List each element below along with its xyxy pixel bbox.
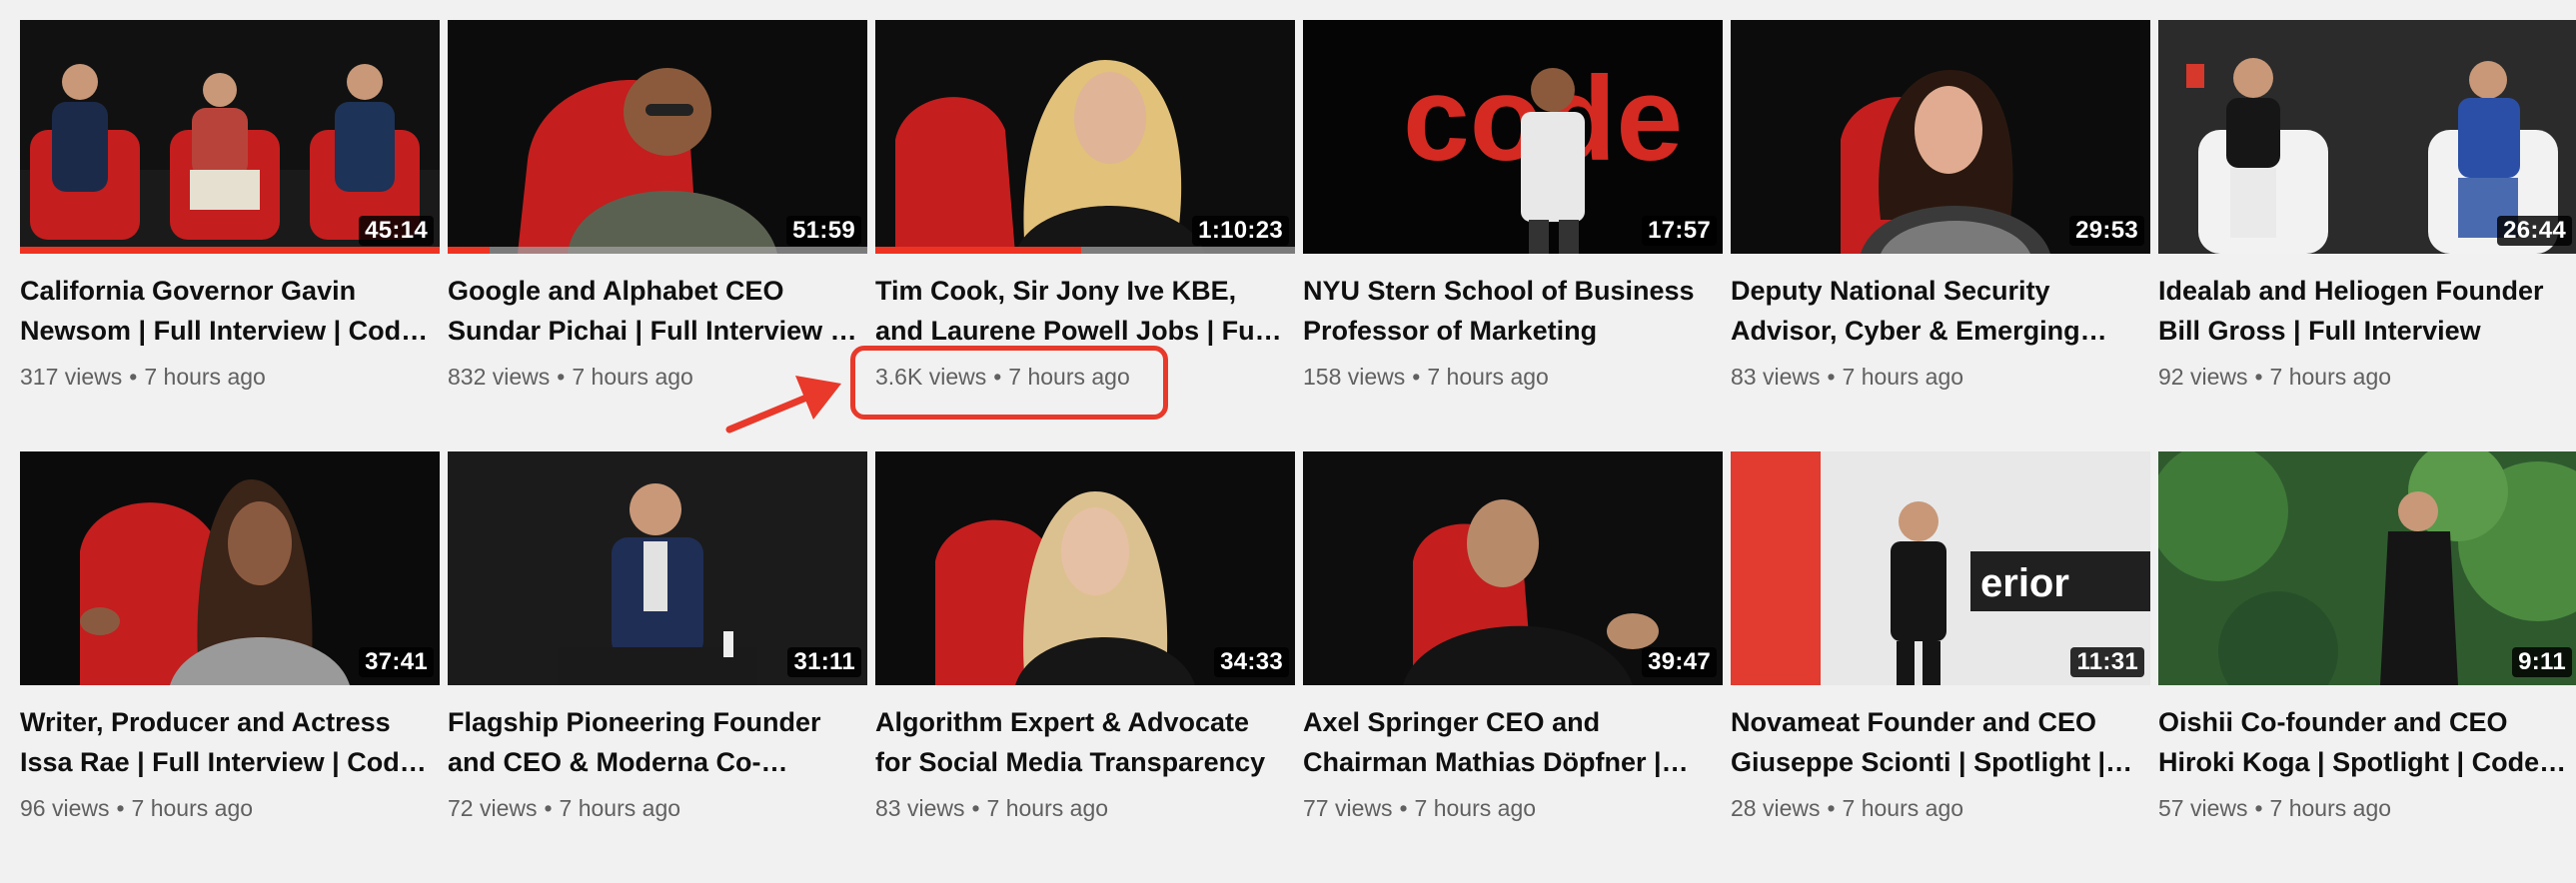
view-count: 72 views	[448, 795, 538, 821]
video-title[interactable]: Writer, Producer and Actress Issa Rae | …	[20, 702, 430, 782]
video-card[interactable]: 26:44 Idealab and Heliogen Founder Bill …	[2158, 20, 2576, 451]
view-count: 158 views	[1303, 364, 1406, 390]
view-count: 28 views	[1731, 795, 1821, 821]
duration-badge: 26:44	[2497, 216, 2572, 246]
meta-separator: •	[557, 364, 566, 390]
video-card[interactable]: 31:11 Flagship Pioneering Founder and CE…	[448, 451, 867, 883]
video-thumbnail[interactable]: 39:47	[1303, 451, 1723, 685]
meta-separator: •	[129, 364, 138, 390]
video-card[interactable]: 39:47 Axel Springer CEO and Chairman Mat…	[1303, 451, 1723, 883]
view-count: 57 views	[2158, 795, 2248, 821]
watch-progress-fill	[875, 247, 1081, 254]
upload-age: 7 hours ago	[1414, 795, 1537, 821]
video-thumbnail[interactable]: 34:33	[875, 451, 1295, 685]
meta-separator: •	[1399, 795, 1408, 821]
upload-age: 7 hours ago	[1427, 364, 1549, 390]
watch-progress-bar	[875, 247, 1295, 254]
video-thumbnail[interactable]: 29:53	[1731, 20, 2150, 254]
duration-badge: 37:41	[359, 647, 434, 677]
duration-badge: 31:11	[787, 647, 861, 677]
video-metadata: 96 views • 7 hours ago	[20, 794, 440, 822]
video-metadata: 77 views • 7 hours ago	[1303, 794, 1723, 822]
view-count: 77 views	[1303, 795, 1393, 821]
video-title[interactable]: Google and Alphabet CEO Sundar Pichai | …	[448, 271, 857, 351]
video-metadata: 83 views • 7 hours ago	[875, 794, 1295, 822]
video-title[interactable]: Flagship Pioneering Founder and CEO & Mo…	[448, 702, 857, 782]
video-card[interactable]: erior 11:31 Novameat Founder and CEO Giu…	[1731, 451, 2150, 883]
video-grid: 45:14 California Governor Gavin Newsom |…	[20, 20, 2576, 883]
video-card[interactable]: code 17:57 NYU Stern School of Business …	[1303, 20, 1723, 451]
video-thumbnail[interactable]: 45:14	[20, 20, 440, 254]
video-thumbnail[interactable]: code 17:57	[1303, 20, 1723, 254]
upload-age: 7 hours ago	[1842, 364, 1964, 390]
svg-text:erior: erior	[1980, 561, 2069, 605]
video-thumbnail[interactable]: 26:44	[2158, 20, 2576, 254]
watch-progress-fill	[20, 247, 440, 254]
view-count: 317 views	[20, 364, 123, 390]
upload-age: 7 hours ago	[986, 795, 1109, 821]
video-title[interactable]: NYU Stern School of Business Professor o…	[1303, 271, 1713, 351]
view-count: 83 views	[875, 795, 965, 821]
video-metadata: 158 views • 7 hours ago	[1303, 363, 1723, 391]
meta-separator: •	[116, 795, 125, 821]
video-thumbnail[interactable]: 1:10:23	[875, 20, 1295, 254]
duration-badge: 1:10:23	[1192, 216, 1289, 246]
meta-separator: •	[1827, 364, 1836, 390]
view-count: 83 views	[1731, 364, 1821, 390]
video-metadata: 83 views • 7 hours ago	[1731, 363, 2150, 391]
video-title[interactable]: California Governor Gavin Newsom | Full …	[20, 271, 430, 351]
duration-badge: 34:33	[1214, 647, 1289, 677]
video-title[interactable]: Algorithm Expert & Advocate for Social M…	[875, 702, 1285, 782]
view-count: 832 views	[448, 364, 551, 390]
meta-separator: •	[1827, 795, 1836, 821]
meta-separator: •	[544, 795, 553, 821]
video-title[interactable]: Axel Springer CEO and Chairman Mathias D…	[1303, 702, 1713, 782]
view-count: 92 views	[2158, 364, 2248, 390]
duration-badge: 17:57	[1642, 216, 1717, 246]
video-card[interactable]: 34:33 Algorithm Expert & Advocate for So…	[875, 451, 1295, 883]
meta-separator: •	[1412, 364, 1421, 390]
video-thumbnail[interactable]: 51:59	[448, 20, 867, 254]
meta-separator: •	[2254, 364, 2263, 390]
duration-badge: 45:14	[359, 216, 434, 246]
video-title[interactable]: Deputy National Security Advisor, Cyber …	[1731, 271, 2140, 351]
upload-age: 7 hours ago	[144, 364, 266, 390]
meta-separator: •	[971, 795, 980, 821]
video-metadata: 57 views • 7 hours ago	[2158, 794, 2576, 822]
watch-progress-bar	[448, 247, 867, 254]
video-card[interactable]: 37:41 Writer, Producer and Actress Issa …	[20, 451, 440, 883]
watch-progress-fill	[448, 247, 490, 254]
upload-age: 7 hours ago	[572, 364, 693, 390]
upload-age: 7 hours ago	[131, 795, 254, 821]
annotation-highlight-box	[850, 346, 1168, 420]
duration-badge: 39:47	[1642, 647, 1717, 677]
video-title[interactable]: Oishii Co-founder and CEO Hiroki Koga | …	[2158, 702, 2568, 782]
video-thumbnail[interactable]: 9:11	[2158, 451, 2576, 685]
upload-age: 7 hours ago	[2269, 364, 2392, 390]
upload-age: 7 hours ago	[559, 795, 681, 821]
duration-badge: 11:31	[2070, 647, 2144, 677]
duration-badge: 51:59	[786, 216, 861, 246]
video-thumbnail[interactable]: 37:41	[20, 451, 440, 685]
upload-age: 7 hours ago	[1842, 795, 1964, 821]
video-metadata: 72 views • 7 hours ago	[448, 794, 867, 822]
video-card[interactable]: 9:11 Oishii Co-founder and CEO Hiroki Ko…	[2158, 451, 2576, 883]
meta-separator: •	[2254, 795, 2263, 821]
duration-badge: 9:11	[2512, 647, 2572, 677]
video-thumbnail[interactable]: erior 11:31	[1731, 451, 2150, 685]
video-title[interactable]: Novameat Founder and CEO Giuseppe Sciont…	[1731, 702, 2140, 782]
duration-badge: 29:53	[2069, 216, 2144, 246]
video-metadata: 28 views • 7 hours ago	[1731, 794, 2150, 822]
annotation-arrow-icon	[725, 376, 841, 434]
watch-progress-bar	[20, 247, 440, 254]
video-card[interactable]: 29:53 Deputy National Security Advisor, …	[1731, 20, 2150, 451]
video-metadata: 92 views • 7 hours ago	[2158, 363, 2576, 391]
video-title[interactable]: Idealab and Heliogen Founder Bill Gross …	[2158, 271, 2568, 351]
view-count: 96 views	[20, 795, 110, 821]
video-metadata: 317 views • 7 hours ago	[20, 363, 440, 391]
video-title[interactable]: Tim Cook, Sir Jony Ive KBE, and Laurene …	[875, 271, 1285, 351]
video-card[interactable]: 45:14 California Governor Gavin Newsom |…	[20, 20, 440, 451]
upload-age: 7 hours ago	[2269, 795, 2392, 821]
video-thumbnail[interactable]: 31:11	[448, 451, 867, 685]
